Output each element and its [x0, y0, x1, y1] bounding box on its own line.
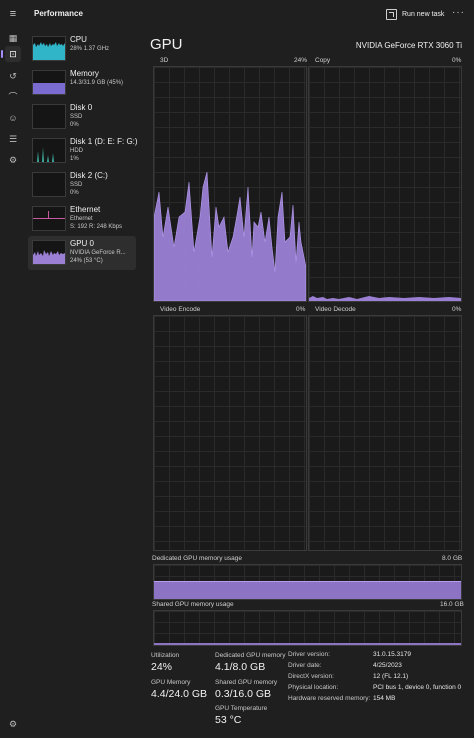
run-new-task-label: Run new task: [402, 10, 445, 18]
graph-copy-label: Copy: [315, 57, 331, 64]
gpu-memory-value: 4.4/24.0 GB: [151, 688, 208, 700]
utilization-value: 24%: [151, 661, 173, 673]
gpu-temperature-value: 53 °C: [215, 714, 242, 726]
ethernet-thumbnail: [32, 206, 66, 231]
graph-copy-percent: 0%: [452, 57, 462, 64]
more-options-icon[interactable]: ···: [452, 7, 465, 18]
device-name: Ethernet: [70, 205, 101, 214]
device-usage: 1%: [70, 156, 79, 162]
page-title: Performance: [34, 9, 83, 18]
gpu-title: GPU: [150, 36, 183, 53]
hardware-reserved-memory-value: 154 MB: [373, 695, 396, 702]
gpu-thumbnail: [32, 240, 66, 265]
driver-version-label: Driver version:: [288, 651, 330, 658]
sidebar-item-disk-2[interactable]: Disk 2 (C:) SSD 0%: [28, 168, 136, 202]
device-name: GPU 0: [70, 239, 95, 248]
dedicated-memory-label: Dedicated GPU memory usage: [152, 555, 242, 562]
graph-3d-label: 3D: [160, 57, 169, 64]
gpu-model: NVIDIA GeForce RTX 3060 Ti: [355, 41, 462, 50]
gpu-panel: GPU NVIDIA GeForce RTX 3060 Ti 3D 24% Co…: [138, 28, 474, 738]
gpu-memory-label: GPU Memory: [151, 679, 191, 686]
hamburger-icon[interactable]: ≡: [7, 8, 19, 20]
graph-video-encode: [153, 315, 307, 551]
settings-icon[interactable]: ⚙: [7, 718, 19, 730]
graph-3d: [153, 66, 307, 302]
graph-copy: [308, 66, 462, 302]
disk1-thumbnail: [32, 138, 66, 163]
device-type: HDD: [70, 148, 83, 154]
directx-version-value: 12 (FL 12.1): [373, 673, 409, 680]
services-icon[interactable]: ⚙: [7, 154, 19, 166]
shared-gpu-memory-label: Shared GPU memory: [215, 679, 278, 686]
sidebar-item-disk-1[interactable]: Disk 1 (D: E: F: G:) HDD 1%: [28, 134, 138, 168]
processes-icon[interactable]: ▦: [7, 32, 19, 44]
nav-rail: ▦ ⊡ ↺ ⌒ ☺ ☰ ⚙ ⚙: [0, 28, 26, 738]
dedicated-memory-max: 8.0 GB: [442, 555, 463, 562]
device-type: SSD: [70, 182, 83, 188]
shared-gpu-memory-value: 0.3/16.0 GB: [215, 688, 272, 700]
sidebar-item-disk-0[interactable]: Disk 0 SSD 0%: [28, 100, 136, 134]
run-task-icon: [386, 8, 397, 20]
device-usage: 0%: [70, 122, 79, 128]
disk2-thumbnail: [32, 172, 66, 197]
dedicated-gpu-memory-value: 4.1/8.0 GB: [215, 661, 266, 673]
sidebar-item-ethernet[interactable]: Ethernet Ethernet S: 192 R: 248 Kbps: [28, 202, 136, 236]
device-name: Disk 1 (D: E: F: G:): [70, 137, 138, 146]
dedicated-memory-fill: [154, 580, 461, 599]
device-name: Memory: [70, 69, 99, 78]
title-bar: ≡ Performance Run new task ···: [0, 0, 474, 28]
shared-memory-fill: [154, 643, 461, 645]
device-type: SSD: [70, 114, 83, 120]
device-detail: 28% 1.37 GHz: [70, 46, 110, 52]
gpu-temperature-label: GPU Temperature: [215, 705, 268, 712]
graph-video-decode-label: Video Decode: [315, 306, 356, 313]
startup-icon[interactable]: ⌒: [7, 91, 19, 103]
users-icon[interactable]: ☺: [7, 112, 19, 124]
driver-version-value: 31.0.15.3179: [373, 651, 411, 658]
details-icon[interactable]: ☰: [7, 133, 19, 145]
directx-version-label: DirectX version:: [288, 673, 334, 680]
graph-3d-percent: 24%: [294, 57, 308, 64]
app-history-icon[interactable]: ↺: [7, 70, 19, 82]
driver-date-value: 4/25/2023: [373, 662, 402, 669]
shared-memory-label: Shared GPU memory usage: [152, 601, 234, 608]
cpu-thumbnail: [32, 36, 66, 61]
adapter-name: Ethernet: [70, 216, 93, 222]
graph-video-decode: [308, 315, 462, 551]
shared-memory-graph: [153, 610, 462, 646]
sidebar-item-gpu-0[interactable]: GPU 0 NVIDIA GeForce R... 24% (53 °C): [28, 236, 136, 270]
run-new-task-button[interactable]: Run new task: [386, 6, 444, 22]
disk0-thumbnail: [32, 104, 66, 129]
gpu-model-short: NVIDIA GeForce R...: [70, 250, 126, 256]
sidebar-item-cpu[interactable]: CPU 28% 1.37 GHz: [28, 32, 136, 66]
throughput: S: 192 R: 248 Kbps: [70, 224, 123, 230]
performance-icon[interactable]: ⊡: [1, 46, 21, 62]
physical-location-label: Physical location:: [288, 684, 339, 691]
driver-date-label: Driver date:: [288, 662, 322, 669]
device-name: CPU: [70, 35, 87, 44]
graph-video-decode-percent: 0%: [452, 306, 462, 313]
device-detail: 14.3/31.9 GB (45%): [70, 80, 124, 86]
device-usage: 0%: [70, 190, 79, 196]
graph-video-encode-percent: 0%: [296, 306, 306, 313]
device-name: Disk 0: [70, 103, 93, 112]
sidebar-item-memory[interactable]: Memory 14.3/31.9 GB (45%): [28, 66, 136, 100]
device-name: Disk 2 (C:): [70, 171, 108, 180]
physical-location-value: PCI bus 1, device 0, function 0: [373, 684, 462, 691]
gpu-usage: 24% (53 °C): [70, 258, 103, 264]
hardware-reserved-memory-label: Hardware reserved memory:: [288, 695, 371, 702]
utilization-label: Utilization: [151, 652, 180, 659]
dedicated-memory-graph: [153, 564, 462, 600]
graph-video-encode-label: Video Encode: [160, 306, 201, 313]
shared-memory-max: 16.0 GB: [440, 601, 464, 608]
memory-thumbnail: [32, 70, 66, 95]
dedicated-gpu-memory-label: Dedicated GPU memory: [215, 652, 286, 659]
